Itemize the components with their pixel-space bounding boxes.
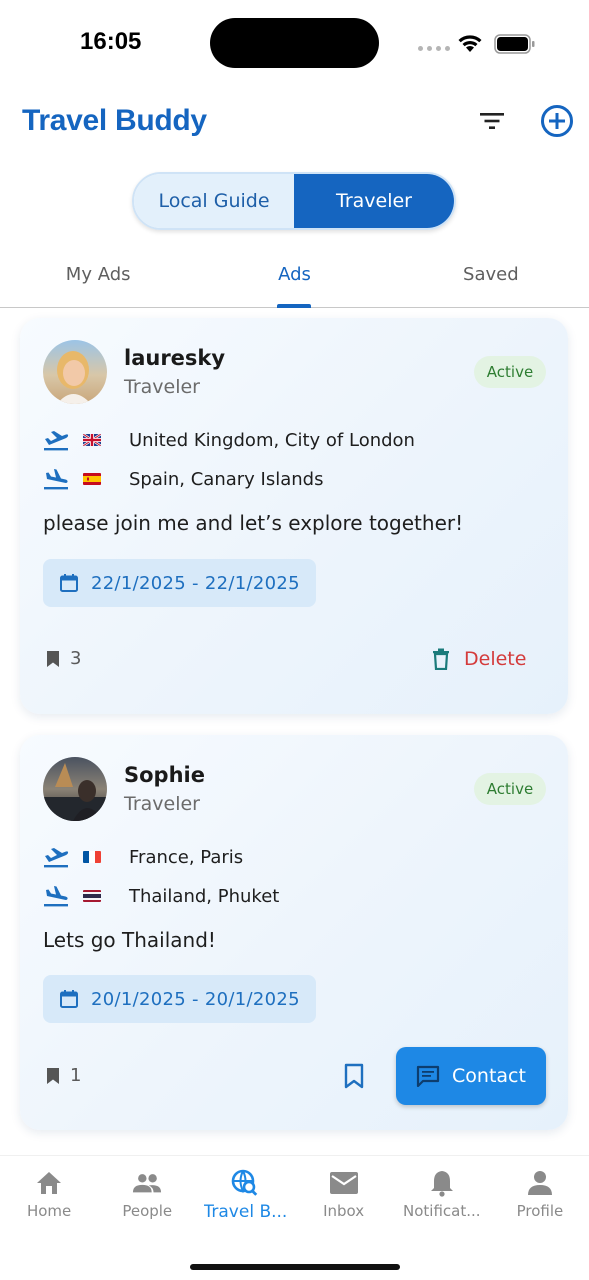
- uk-flag-icon: [83, 434, 101, 446]
- bookmark-icon: [47, 1067, 59, 1084]
- france-flag-icon: [83, 851, 101, 863]
- arrival-place: Spain, Canary Islands: [129, 468, 324, 490]
- arrival-place: Thailand, Phuket: [129, 885, 280, 907]
- nav-inbox[interactable]: Inbox: [295, 1156, 393, 1236]
- nav-profile[interactable]: Profile: [491, 1156, 589, 1236]
- flight-land-icon: [44, 469, 68, 490]
- arrival-route: Thailand, Phuket: [43, 881, 279, 911]
- ad-message: please join me and let’s explore togethe…: [43, 511, 464, 535]
- nav-travel-buddy[interactable]: Travel B...: [196, 1156, 294, 1236]
- battery-icon: [494, 34, 535, 54]
- calendar-icon: [60, 990, 78, 1008]
- home-icon: [34, 1168, 64, 1198]
- save-count: 3: [46, 648, 81, 669]
- ads-tab-bar: My Ads Ads Saved: [0, 248, 589, 308]
- flight-land-icon: [44, 886, 68, 907]
- bookmark-icon: [47, 650, 59, 667]
- travel-search-icon: [230, 1168, 260, 1198]
- status-bar: 16:05: [0, 0, 589, 80]
- nav-travel-buddy-label: Travel B...: [203, 1202, 288, 1222]
- user-role: Traveler: [124, 793, 200, 815]
- save-count: 1: [46, 1065, 81, 1086]
- save-count-value: 3: [70, 648, 82, 669]
- people-icon: [132, 1168, 162, 1198]
- filter-icon[interactable]: [477, 106, 507, 136]
- mail-icon: [329, 1168, 359, 1198]
- nav-home[interactable]: Home: [0, 1156, 98, 1236]
- nav-profile-label: Profile: [516, 1202, 564, 1220]
- nav-notifications-label: Notificat...: [403, 1202, 481, 1220]
- flight-takeoff-icon: [44, 848, 69, 868]
- date-range-text: 20/1/2025 - 20/1/2025: [91, 988, 300, 1010]
- save-count-value: 1: [70, 1065, 82, 1086]
- user-name: lauresky: [124, 346, 226, 370]
- contact-button[interactable]: Contact: [396, 1047, 546, 1105]
- status-badge: Active: [474, 356, 546, 388]
- person-icon: [525, 1168, 555, 1198]
- nav-notifications[interactable]: Notificat...: [393, 1156, 491, 1236]
- wifi-icon: [458, 35, 482, 52]
- home-indicator: [190, 1264, 400, 1270]
- tab-saved[interactable]: Saved: [393, 248, 589, 307]
- thailand-flag-icon: [83, 890, 101, 902]
- departure-place: United Kingdom, City of London: [129, 429, 415, 451]
- arrival-route: Spain, Canary Islands: [43, 464, 323, 494]
- ad-card[interactable]: lauresky Traveler Active United Kingdom,…: [20, 318, 568, 714]
- nav-people-label: People: [122, 1202, 173, 1220]
- chat-icon: [416, 1065, 440, 1087]
- segment-traveler[interactable]: Traveler: [294, 174, 454, 228]
- avatar[interactable]: [43, 757, 107, 821]
- spain-flag-icon: [83, 473, 101, 485]
- ad-card[interactable]: Sophie Traveler Active France, Paris Tha…: [20, 735, 568, 1130]
- departure-route: United Kingdom, City of London: [43, 425, 415, 455]
- segment-local-guide[interactable]: Local Guide: [134, 174, 294, 228]
- tab-ads[interactable]: Ads: [196, 248, 392, 308]
- app-title: Travel Buddy: [22, 104, 207, 137]
- calendar-icon: [60, 574, 78, 592]
- bell-icon: [427, 1168, 457, 1198]
- trash-icon: [433, 648, 449, 670]
- add-circle-icon[interactable]: [540, 104, 574, 138]
- ad-message: Lets go Thailand!: [43, 928, 216, 952]
- bookmark-outline-icon[interactable]: [340, 1062, 368, 1090]
- tab-my-ads[interactable]: My Ads: [0, 248, 196, 307]
- nav-people[interactable]: People: [98, 1156, 196, 1236]
- status-time: 16:05: [80, 28, 142, 55]
- departure-route: France, Paris: [43, 842, 243, 872]
- departure-place: France, Paris: [129, 846, 244, 868]
- cellular-signal-icon: [418, 46, 450, 51]
- status-badge: Active: [474, 773, 546, 805]
- bottom-navigation: Home People Travel B... Inbox Notificat.…: [0, 1155, 589, 1280]
- date-range-chip: 20/1/2025 - 20/1/2025: [43, 975, 316, 1023]
- avatar[interactable]: [43, 340, 107, 404]
- date-range-text: 22/1/2025 - 22/1/2025: [91, 572, 300, 594]
- date-range-chip: 22/1/2025 - 22/1/2025: [43, 559, 316, 607]
- flight-takeoff-icon: [44, 431, 69, 451]
- nav-home-label: Home: [26, 1202, 72, 1220]
- nav-inbox-label: Inbox: [323, 1202, 365, 1220]
- delete-label: Delete: [464, 648, 527, 670]
- role-segmented-control: Local Guide Traveler: [132, 172, 456, 230]
- user-name: Sophie: [124, 763, 205, 787]
- delete-button[interactable]: Delete: [432, 648, 526, 670]
- dynamic-island: [210, 18, 379, 68]
- contact-label: Contact: [452, 1065, 526, 1087]
- user-role: Traveler: [124, 376, 200, 398]
